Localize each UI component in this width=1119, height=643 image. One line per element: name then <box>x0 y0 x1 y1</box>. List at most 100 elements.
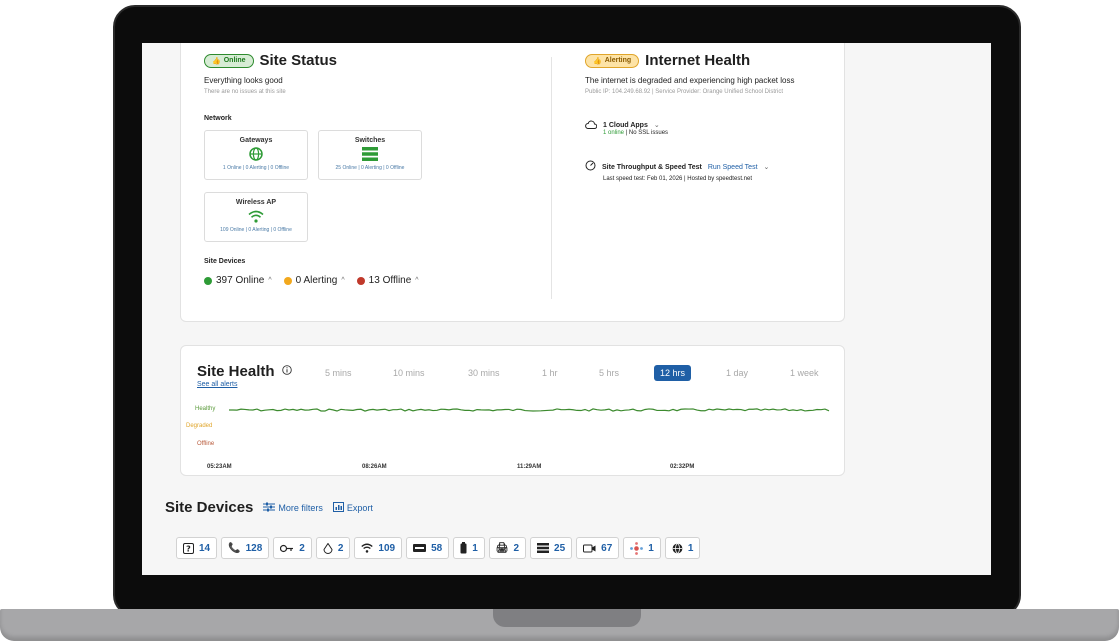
wifi-icon <box>361 543 374 553</box>
range-5-mins[interactable]: 5 mins <box>325 368 352 378</box>
sensor-icon <box>323 542 333 554</box>
tile-stats: 109 Online | 0 Alerting | 0 Offline <box>220 227 292 233</box>
site-status-title: Site Status <box>259 52 338 69</box>
speedometer-icon <box>585 158 596 176</box>
time-tick: 08:26AM <box>362 464 387 470</box>
site-status-detail: There are no issues at this site <box>204 89 286 95</box>
chevron-down-icon: ⌄ <box>653 122 660 129</box>
tile-name: Switches <box>354 137 386 144</box>
globe-icon <box>672 542 683 554</box>
cloud-icon <box>585 116 598 134</box>
device-status-counts: 397 Online ^ 0 Alerting ^ 13 Offline ^ <box>204 275 431 286</box>
more-filters-button[interactable]: More filters <box>263 502 323 514</box>
see-all-alerts-link[interactable]: See all alerts <box>197 381 237 388</box>
hub-icon <box>630 541 644 555</box>
device-chip-phone[interactable]: 📞 128 <box>221 537 270 559</box>
export-button[interactable]: Export <box>332 501 373 514</box>
device-chip-unknown[interactable]: ? 14 <box>176 537 218 559</box>
time-tick: 02:32PM <box>670 464 695 470</box>
device-chip-sensor[interactable]: 2 <box>315 537 351 559</box>
alerting-badge: 👍 Alerting <box>585 53 640 68</box>
site-devices-label: Site Devices <box>204 258 246 265</box>
device-chip-printer[interactable]: 🖨 2 <box>488 537 527 559</box>
switch-icon <box>319 146 421 162</box>
run-speed-test-link[interactable]: Run Speed Test <box>708 164 758 171</box>
error-circle-icon <box>356 276 365 285</box>
device-chip-key[interactable]: 2 <box>273 537 312 559</box>
tile-name: Wireless AP <box>235 199 277 206</box>
cloud-apps-label: 1 Cloud Apps <box>603 121 648 129</box>
wifi-icon <box>205 208 307 224</box>
site-health-header: Site Health <box>197 362 292 380</box>
range-12-hrs[interactable]: 12 hrs <box>654 365 692 381</box>
offline-count[interactable]: 13 Offline ^ <box>356 275 419 286</box>
level-degraded: Degraded <box>186 423 213 429</box>
wireless-ap-tile[interactable]: Wireless AP 109 Online | 0 Alerting | 0 … <box>204 192 308 242</box>
level-offline: Offline <box>197 441 215 447</box>
device-type-chips: ? 14 📞 128 2 2 109 58 1 🖨 2 25 67 1 1 <box>176 537 704 559</box>
filter-sliders-icon <box>263 502 276 514</box>
device-chip-wifi[interactable]: 109 <box>354 537 403 559</box>
range-5-hrs[interactable]: 5 hrs <box>599 368 619 378</box>
device-chip-hub[interactable]: 1 <box>623 537 661 559</box>
chevron-up-icon: ^ <box>415 277 419 284</box>
throughput-row: Site Throughput & Speed Test Run Speed T… <box>585 158 769 176</box>
cloud-apps-status: 1 online | No SSL issues <box>603 130 668 136</box>
tile-stats: 1 Online | 0 Alerting | 0 Offline <box>222 165 290 171</box>
device-chip-battery[interactable]: 1 <box>453 537 485 559</box>
device-chip-globe[interactable]: 1 <box>664 537 701 559</box>
battery-icon <box>460 542 467 554</box>
time-tick: 05:23AM <box>207 464 232 470</box>
gateways-tile[interactable]: Gateways 1 Online | 0 Alerting | 0 Offli… <box>204 130 308 180</box>
phone-icon: 📞 <box>228 542 241 554</box>
health-trend-line <box>229 408 830 412</box>
internet-health-summary: The internet is degraded and experiencin… <box>585 76 795 85</box>
range-1-hr[interactable]: 1 hr <box>542 368 558 378</box>
device-chip-camera[interactable]: 67 <box>576 537 620 559</box>
online-count[interactable]: 397 Online ^ <box>204 275 272 286</box>
tile-stats: 25 Online | 0 Alerting | 0 Offline <box>335 165 405 171</box>
status-card: 👍 Online Site Status Everything looks go… <box>180 43 845 322</box>
internet-health-detail: Public IP: 104.249.68.92 | Service Provi… <box>585 89 783 95</box>
cloud-apps-ssl: | No SSL issues <box>624 130 669 136</box>
range-1-day[interactable]: 1 day <box>726 368 748 378</box>
switches-tile[interactable]: Switches 25 Online | 0 Alerting | 0 Offl… <box>318 130 422 180</box>
warning-circle-icon <box>283 276 292 285</box>
switch-icon <box>537 543 550 553</box>
thumbs-up-icon: 👍 <box>593 57 602 65</box>
globe-icon <box>205 146 307 162</box>
chevron-up-icon: ^ <box>341 277 345 284</box>
device-chip-ups[interactable]: 58 <box>406 537 450 559</box>
unknown-device-icon: ? <box>183 542 194 554</box>
key-icon <box>280 544 294 553</box>
range-10-mins[interactable]: 10 mins <box>393 368 425 378</box>
site-status-header: 👍 Online Site Status <box>204 52 337 69</box>
time-tick: 11:29AM <box>517 464 542 470</box>
site-devices-header: Site Devices More filters Export <box>165 499 373 516</box>
range-30-mins[interactable]: 30 mins <box>468 368 500 378</box>
screen: 👍 Online Site Status Everything looks go… <box>142 43 991 575</box>
check-circle-icon <box>204 276 212 285</box>
cloud-apps-online: 1 online <box>603 130 625 136</box>
throughput-label: Site Throughput & Speed Test <box>602 163 702 171</box>
laptop-notch <box>493 609 641 627</box>
site-status-summary: Everything looks good <box>204 76 283 85</box>
camera-icon <box>583 544 596 553</box>
device-chip-switch[interactable]: 25 <box>530 537 573 559</box>
online-badge: 👍 Online <box>204 53 254 68</box>
printer-icon: 🖨 <box>495 542 509 554</box>
info-icon[interactable] <box>281 362 292 380</box>
thumbs-up-icon: 👍 <box>212 57 221 65</box>
tile-name: Gateways <box>239 137 273 144</box>
network-label: Network <box>204 115 232 122</box>
chevron-down-icon[interactable]: ⌄ <box>764 163 770 171</box>
internet-health-header: 👍 Alerting Internet Health <box>585 52 750 69</box>
site-health-title: Site Health <box>197 362 275 380</box>
range-1-week[interactable]: 1 week <box>790 368 819 378</box>
alerting-count[interactable]: 0 Alerting ^ <box>283 275 345 286</box>
ups-icon <box>413 544 427 552</box>
site-devices-title: Site Devices <box>165 499 254 516</box>
column-divider <box>551 57 552 299</box>
svg-text:?: ? <box>186 544 191 553</box>
internet-health-title: Internet Health <box>645 52 751 69</box>
